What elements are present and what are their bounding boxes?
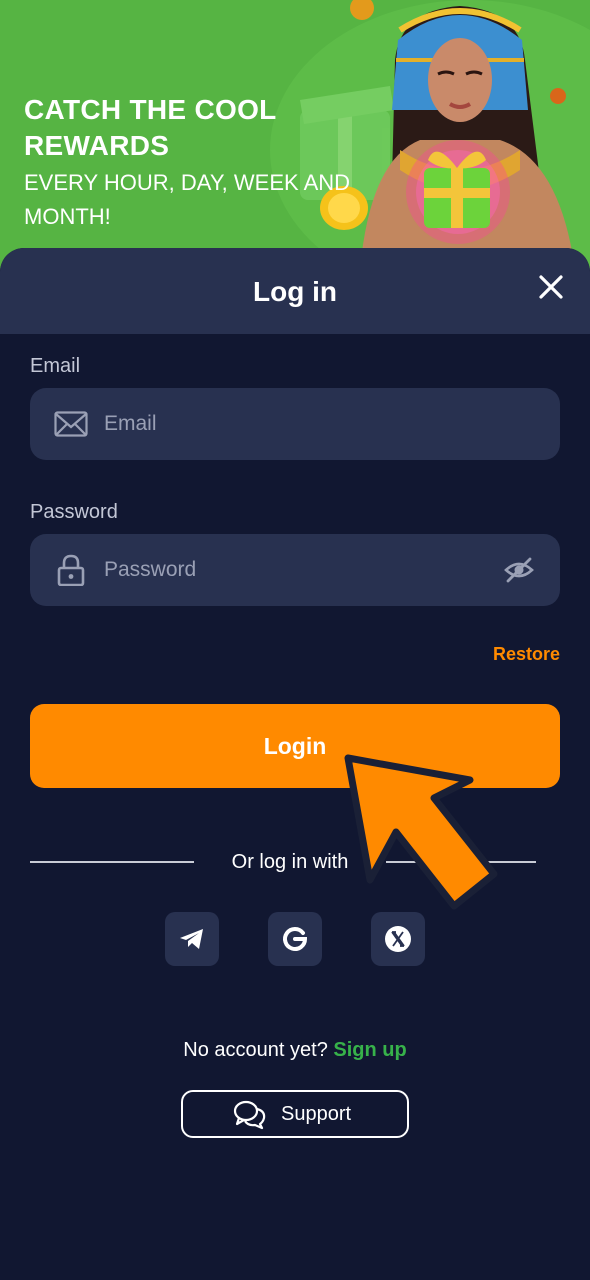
x-login-button[interactable] <box>371 912 425 966</box>
password-input[interactable] <box>104 534 484 606</box>
signup-link[interactable]: Sign up <box>333 1039 406 1061</box>
banner-title: CATCH THE COOL REWARDS <box>24 94 277 161</box>
email-label: Email <box>30 355 81 377</box>
divider-left <box>30 861 194 863</box>
email-field[interactable] <box>30 388 560 460</box>
signup-prompt-row: No account yet? Sign up <box>0 1036 590 1064</box>
restore-link[interactable]: Restore <box>493 644 560 665</box>
signup-prompt: No account yet? <box>183 1039 328 1061</box>
lock-icon <box>57 554 85 586</box>
telegram-icon <box>180 929 203 949</box>
password-label: Password <box>30 501 118 523</box>
banner-subtitle: EVERY HOUR, DAY, WEEK AND MONTH! <box>24 170 351 229</box>
promo-banner: CATCH THE COOL REWARDS EVERY HOUR, DAY, … <box>0 0 590 270</box>
google-login-button[interactable] <box>268 912 322 966</box>
x-icon <box>385 926 411 952</box>
google-icon <box>283 927 308 951</box>
modal-title: Log in <box>253 276 337 307</box>
eye-off-icon[interactable] <box>504 556 534 584</box>
password-field[interactable] <box>30 534 560 606</box>
login-modal: Log in Email Password Restore Login Or l… <box>0 248 590 1280</box>
support-label: Support <box>281 1103 352 1125</box>
support-button[interactable]: Support <box>181 1090 409 1138</box>
envelope-icon <box>54 411 88 437</box>
telegram-login-button[interactable] <box>165 912 219 966</box>
social-divider-text: Or log in with <box>231 851 349 873</box>
close-icon[interactable] <box>538 274 564 300</box>
divider-right <box>386 861 536 863</box>
email-input[interactable] <box>104 388 484 460</box>
chat-bubbles-icon <box>233 1100 266 1130</box>
modal-header: Log in <box>0 248 590 334</box>
login-button[interactable]: Login <box>30 704 560 788</box>
